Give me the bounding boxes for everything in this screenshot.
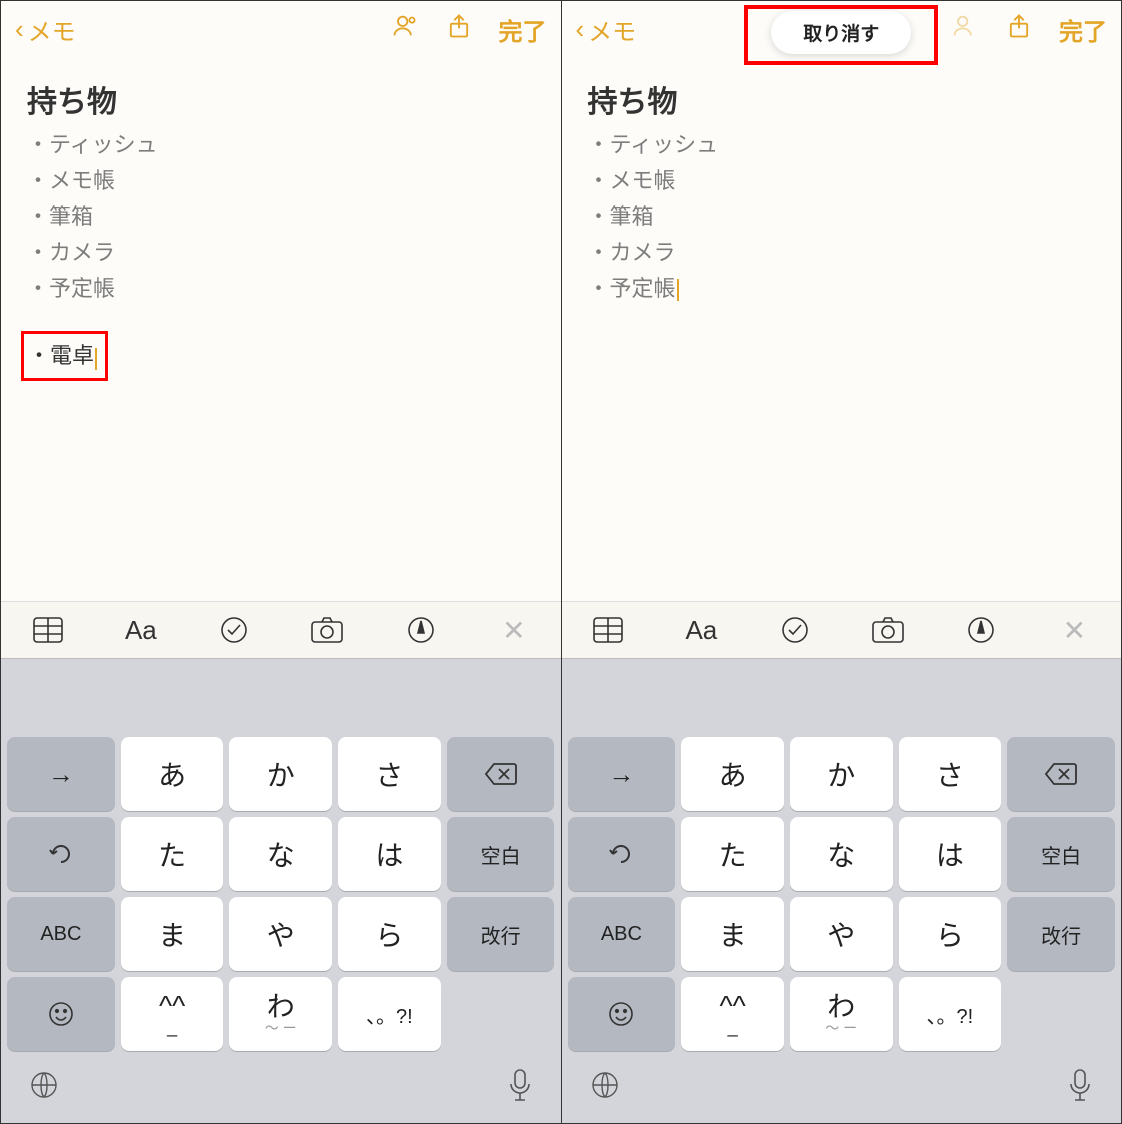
key-a[interactable]: あ bbox=[121, 737, 224, 811]
key-punct[interactable]: 、。?! bbox=[338, 977, 441, 1051]
mic-icon[interactable] bbox=[1067, 1068, 1093, 1107]
key-ya[interactable]: や bbox=[790, 897, 893, 971]
key-na[interactable]: な bbox=[229, 817, 332, 891]
key-sa[interactable]: さ bbox=[338, 737, 441, 811]
done-button[interactable]: 完了 bbox=[499, 12, 547, 47]
undo-toast[interactable]: 取り消す bbox=[771, 11, 911, 54]
key-ha[interactable]: は bbox=[899, 817, 1002, 891]
highlight-box: ・電卓 bbox=[21, 331, 108, 381]
note-body[interactable]: 持ち物 ・ティッシュ ・メモ帳 ・筆箱 ・カメラ ・予定帳 ・電卓 bbox=[1, 57, 561, 601]
done-button[interactable]: 完了 bbox=[1059, 12, 1107, 47]
key-ma[interactable]: ま bbox=[681, 897, 784, 971]
text-format-button[interactable]: Aa bbox=[685, 614, 717, 646]
key-enter[interactable]: 改行 bbox=[1007, 897, 1115, 971]
key-ha[interactable]: は bbox=[338, 817, 441, 891]
draw-icon[interactable] bbox=[405, 614, 437, 646]
key-abc[interactable]: ABC bbox=[7, 897, 115, 971]
keyboard: → あ か さ た な は 空白 ABC ま や ら 改行 ^^_ わ〜 ー 、… bbox=[1, 731, 561, 1123]
key-abc[interactable]: ABC bbox=[568, 897, 676, 971]
key-ma[interactable]: ま bbox=[121, 897, 224, 971]
pane-before: ‹ メモ 完了 持ち物 ・ティッシュ ・メモ帳 ・筆箱 ・カメラ ・予定帳 ・電… bbox=[1, 1, 562, 1123]
list-item: ・メモ帳 bbox=[27, 163, 535, 199]
key-punct[interactable]: 、。?! bbox=[899, 977, 1002, 1051]
list-item: ・予定帳 bbox=[588, 271, 1096, 307]
text-caret bbox=[677, 279, 679, 301]
back-button[interactable]: ‹ メモ bbox=[576, 12, 637, 47]
format-toolbar: Aa ✕ bbox=[1, 601, 561, 658]
key-ta[interactable]: た bbox=[121, 817, 224, 891]
globe-icon[interactable] bbox=[29, 1070, 59, 1105]
key-undo[interactable] bbox=[7, 817, 115, 891]
key-delete[interactable] bbox=[1007, 737, 1115, 811]
key-space[interactable]: 空白 bbox=[1007, 817, 1115, 891]
key-wa[interactable]: わ〜 ー bbox=[229, 977, 332, 1051]
key-ka[interactable]: か bbox=[790, 737, 893, 811]
list-item: ・予定帳 bbox=[27, 271, 535, 307]
share-icon[interactable] bbox=[445, 12, 473, 47]
key-next[interactable]: → bbox=[7, 737, 115, 811]
checklist-icon[interactable] bbox=[218, 614, 250, 646]
nav-bar: ‹ メモ 完了 bbox=[1, 1, 561, 57]
collaborate-icon[interactable] bbox=[391, 12, 419, 47]
back-label: メモ bbox=[588, 12, 636, 47]
key-delete[interactable] bbox=[447, 737, 555, 811]
key-a[interactable]: あ bbox=[681, 737, 784, 811]
format-toolbar: Aa ✕ bbox=[562, 601, 1122, 658]
text-format-button[interactable]: Aa bbox=[125, 614, 157, 646]
list-item-new: ・電卓 bbox=[28, 343, 94, 368]
list-item: ・メモ帳 bbox=[588, 163, 1096, 199]
key-enter[interactable]: 改行 bbox=[447, 897, 555, 971]
key-emoji[interactable] bbox=[568, 977, 676, 1051]
chevron-left-icon: ‹ bbox=[15, 14, 24, 45]
key-ta[interactable]: た bbox=[681, 817, 784, 891]
list-item: ・筆箱 bbox=[27, 199, 535, 235]
close-icon[interactable]: ✕ bbox=[498, 614, 530, 646]
list-item: ・筆箱 bbox=[588, 199, 1096, 235]
key-na[interactable]: な bbox=[790, 817, 893, 891]
key-caret[interactable]: ^^_ bbox=[121, 977, 224, 1051]
list-item: ・ティッシュ bbox=[588, 127, 1096, 163]
key-next[interactable]: → bbox=[568, 737, 676, 811]
keyboard-suggestion-bar bbox=[562, 658, 1122, 731]
note-body[interactable]: 持ち物 ・ティッシュ ・メモ帳 ・筆箱 ・カメラ ・予定帳 bbox=[562, 57, 1122, 601]
keyboard: → あ か さ た な は 空白 ABC ま や ら 改行 ^^_ わ〜 ー 、… bbox=[562, 731, 1122, 1123]
key-undo[interactable] bbox=[568, 817, 676, 891]
key-sa[interactable]: さ bbox=[899, 737, 1002, 811]
key-wa[interactable]: わ〜 ー bbox=[790, 977, 893, 1051]
draw-icon[interactable] bbox=[965, 614, 997, 646]
key-space[interactable]: 空白 bbox=[447, 817, 555, 891]
mic-icon[interactable] bbox=[507, 1068, 533, 1107]
list-item: ・カメラ bbox=[588, 235, 1096, 271]
key-ra[interactable]: ら bbox=[899, 897, 1002, 971]
collaborate-icon[interactable] bbox=[951, 12, 979, 47]
note-title: 持ち物 bbox=[588, 77, 1096, 121]
text-caret bbox=[95, 348, 97, 370]
key-caret[interactable]: ^^_ bbox=[681, 977, 784, 1051]
table-icon[interactable] bbox=[32, 614, 64, 646]
key-ra[interactable]: ら bbox=[338, 897, 441, 971]
globe-icon[interactable] bbox=[590, 1070, 620, 1105]
list-item: ・カメラ bbox=[27, 235, 535, 271]
list-item: ・ティッシュ bbox=[27, 127, 535, 163]
chevron-left-icon: ‹ bbox=[576, 14, 585, 45]
share-icon[interactable] bbox=[1005, 12, 1033, 47]
note-title: 持ち物 bbox=[27, 77, 535, 121]
close-icon[interactable]: ✕ bbox=[1058, 614, 1090, 646]
key-ka[interactable]: か bbox=[229, 737, 332, 811]
camera-icon[interactable] bbox=[311, 614, 343, 646]
back-label: メモ bbox=[28, 12, 76, 47]
back-button[interactable]: ‹ メモ bbox=[15, 12, 76, 47]
keyboard-suggestion-bar bbox=[1, 658, 561, 731]
key-emoji[interactable] bbox=[7, 977, 115, 1051]
table-icon[interactable] bbox=[592, 614, 624, 646]
checklist-icon[interactable] bbox=[779, 614, 811, 646]
camera-icon[interactable] bbox=[872, 614, 904, 646]
pane-after: 取り消す ‹ メモ 完了 持ち物 ・ティッシュ ・メモ帳 ・筆箱 ・カメラ ・ bbox=[562, 1, 1122, 1123]
key-ya[interactable]: や bbox=[229, 897, 332, 971]
